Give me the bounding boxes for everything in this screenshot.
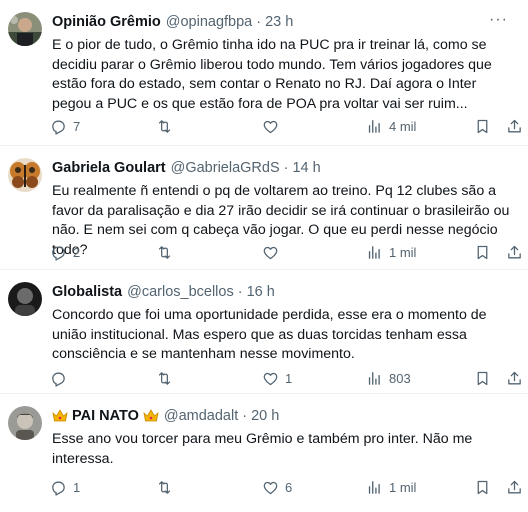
bookmark-icon: [477, 480, 488, 494]
views-count: 803: [389, 370, 411, 386]
separator-dot: ·: [283, 160, 289, 176]
views-icon: [368, 119, 380, 133]
views-button[interactable]: 1 mil: [366, 242, 416, 262]
avatar[interactable]: [8, 406, 42, 440]
share-icon: [508, 371, 521, 384]
timestamp[interactable]: 14 h: [292, 160, 320, 176]
retweet-button[interactable]: [156, 116, 179, 136]
tweet[interactable]: PAI NATO @amdadalt · 20 h Esse ano vou t…: [0, 394, 528, 512]
tweet-header: Opinião Grêmio @opinagfbpa · 23 h ···: [52, 12, 520, 32]
views-count: 4 mil: [389, 118, 417, 134]
share-button[interactable]: [506, 242, 523, 262]
heart-icon: [263, 372, 278, 385]
share-icon: [508, 245, 521, 258]
retweet-button[interactable]: [156, 477, 179, 497]
retweet-button[interactable]: [156, 368, 179, 388]
retweet-button[interactable]: [156, 242, 179, 262]
retweet-icon: [158, 119, 171, 133]
reply-button[interactable]: 7: [50, 116, 80, 136]
tweet-text: Concordo que foi uma oportunidade perdid…: [52, 307, 487, 362]
tweet-text: Esse ano vou torcer para meu Grêmio e ta…: [52, 431, 473, 467]
views-button[interactable]: 1 mil: [366, 477, 416, 497]
heart-icon: [263, 481, 278, 494]
reply-count: 7: [73, 118, 81, 134]
tweet[interactable]: Gabriela Goulart @GabrielaGRdS · 14 h Eu…: [0, 146, 528, 270]
retweet-icon: [158, 245, 171, 259]
user-handle[interactable]: @carlos_bcellos: [127, 284, 234, 300]
reply-count: 2: [73, 244, 81, 260]
reply-icon: [52, 372, 65, 387]
bookmark-button[interactable]: [474, 116, 491, 136]
separator-dot: ·: [242, 408, 248, 424]
display-name[interactable]: Gabriela Goulart: [52, 160, 166, 176]
reply-button[interactable]: 1: [50, 477, 80, 497]
share-button[interactable]: [506, 368, 523, 388]
heart-icon: [263, 120, 278, 133]
user-handle[interactable]: @GabrielaGRdS: [171, 160, 280, 176]
heart-icon: [263, 246, 278, 259]
reply-count: 1: [73, 479, 81, 495]
avatar[interactable]: [8, 282, 42, 316]
like-count: 6: [285, 479, 293, 495]
bookmark-icon: [477, 245, 488, 259]
like-button[interactable]: 1: [262, 368, 292, 388]
retweet-icon: [158, 371, 171, 385]
bookmark-icon: [477, 371, 488, 385]
views-count: 1 mil: [389, 244, 417, 260]
reply-icon: [52, 246, 65, 261]
reply-icon: [52, 120, 65, 135]
tweet[interactable]: Globalista @carlos_bcellos · 16 h Concor…: [0, 270, 528, 394]
views-icon: [368, 480, 380, 494]
bookmark-button[interactable]: [474, 242, 491, 262]
reply-button[interactable]: 2: [50, 242, 80, 262]
display-name[interactable]: Opinião Grêmio: [52, 14, 161, 30]
reply-feed: Opinião Grêmio @opinagfbpa · 23 h ··· E …: [0, 0, 528, 512]
avatar[interactable]: [8, 158, 42, 192]
display-name[interactable]: PAI NATO: [72, 408, 139, 424]
timestamp[interactable]: 16 h: [247, 284, 275, 300]
avatar[interactable]: [8, 12, 42, 46]
reply-button[interactable]: [50, 368, 73, 388]
tweet-text: E o pior de tudo, o Grêmio tinha ido na …: [52, 37, 492, 112]
user-handle[interactable]: @amdadalt: [164, 408, 238, 424]
share-icon: [508, 119, 521, 132]
timestamp[interactable]: 23 h: [265, 14, 293, 30]
separator-dot: ·: [237, 284, 243, 300]
user-handle[interactable]: @opinagfbpa: [166, 14, 252, 30]
like-button[interactable]: [262, 116, 285, 136]
retweet-icon: [158, 480, 171, 494]
views-icon: [368, 371, 380, 385]
like-button[interactable]: 6: [262, 477, 292, 497]
share-button[interactable]: [506, 116, 523, 136]
share-icon: [508, 480, 521, 493]
timestamp[interactable]: 20 h: [251, 408, 279, 424]
tweet-actions: 2 1 mil: [50, 242, 521, 262]
more-options-icon[interactable]: ···: [489, 12, 508, 28]
share-button[interactable]: [506, 477, 523, 497]
bookmark-button[interactable]: [474, 368, 491, 388]
tweet-header: Globalista @carlos_bcellos · 16 h: [52, 282, 520, 302]
tweet-actions: 1 803: [50, 368, 521, 388]
separator-dot: ·: [256, 14, 262, 30]
like-count: 1: [285, 370, 293, 386]
tweet-header: Gabriela Goulart @GabrielaGRdS · 14 h: [52, 158, 520, 178]
views-count: 1 mil: [389, 479, 417, 495]
crown-emoji-icon: [52, 409, 68, 422]
tweet-actions: 1 6 1 mil: [50, 477, 521, 497]
reply-icon: [52, 481, 65, 496]
tweet[interactable]: Opinião Grêmio @opinagfbpa · 23 h ··· E …: [0, 0, 528, 146]
views-icon: [368, 245, 380, 259]
bookmark-icon: [477, 119, 488, 133]
views-button[interactable]: 803: [366, 368, 411, 388]
tweet-header: PAI NATO @amdadalt · 20 h: [52, 406, 520, 426]
tweet-actions: 7 4 mil: [50, 116, 521, 136]
crown-emoji-icon: [143, 409, 159, 422]
display-name[interactable]: Globalista: [52, 284, 122, 300]
like-button[interactable]: [262, 242, 285, 262]
bookmark-button[interactable]: [474, 477, 491, 497]
views-button[interactable]: 4 mil: [366, 116, 416, 136]
